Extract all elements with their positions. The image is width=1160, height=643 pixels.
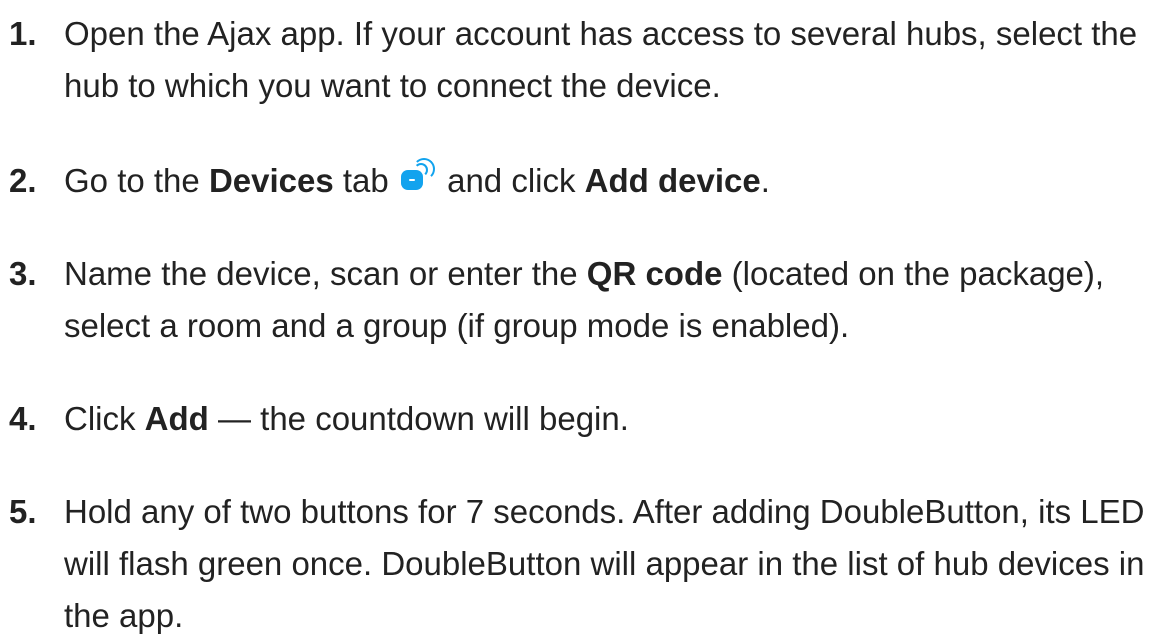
step-text: Go to the Devices tab and click Add devi… bbox=[64, 155, 1154, 207]
step-text-segment: tab bbox=[333, 162, 398, 199]
step-text: Open the Ajax app. If your account has a… bbox=[64, 8, 1154, 112]
step-text-segment: Name the device, scan or enter the bbox=[64, 255, 587, 292]
step-text-segment: . bbox=[760, 162, 770, 199]
step-text-segment: Open the Ajax app. If your account has a… bbox=[64, 15, 1138, 104]
step-text-segment: Click bbox=[64, 400, 145, 437]
step-number: 1. bbox=[9, 15, 37, 52]
step-text: Name the device, scan or enter the QR co… bbox=[64, 248, 1154, 352]
devices-tab-label: Devices bbox=[208, 162, 334, 199]
step-number: 3. bbox=[9, 255, 37, 292]
step-text: Click Add — the countdown will begin. bbox=[64, 393, 1154, 445]
add-device-label: Add device bbox=[584, 162, 761, 199]
step-text-segment: and click bbox=[437, 162, 585, 199]
step-number: 2. bbox=[9, 162, 37, 199]
step-text-segment: — the countdown will begin. bbox=[208, 400, 629, 437]
step-number: 5. bbox=[9, 493, 37, 530]
step-number: 4. bbox=[9, 400, 37, 437]
qr-code-label: QR code bbox=[586, 255, 723, 292]
devices-tab-icon bbox=[400, 158, 436, 196]
step-text: Hold any of two buttons for 7 seconds. A… bbox=[64, 486, 1154, 642]
step-text-segment: Hold any of two buttons for 7 seconds. A… bbox=[64, 493, 1145, 634]
add-label: Add bbox=[144, 400, 209, 437]
step-text-segment: Go to the bbox=[64, 162, 209, 199]
